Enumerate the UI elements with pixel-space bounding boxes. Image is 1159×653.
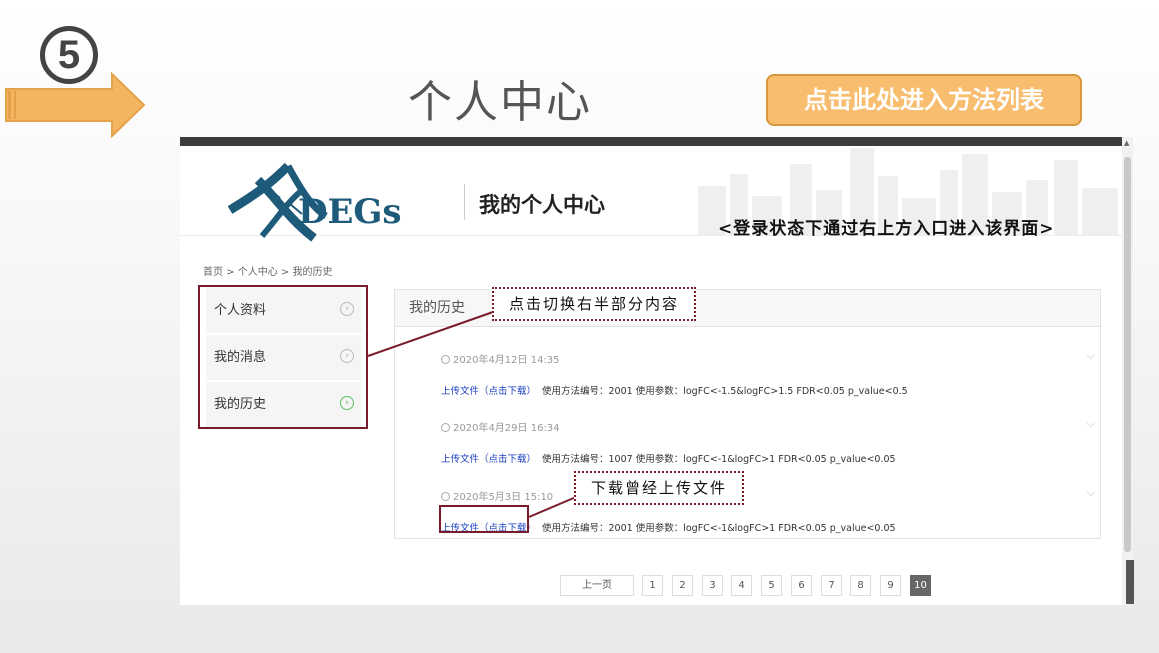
scroll-up-arrow-icon[interactable]: ▲: [1124, 139, 1129, 147]
page-button[interactable]: 9: [880, 575, 901, 596]
method-list-button[interactable]: 点击此处进入方法列表: [766, 74, 1082, 126]
chevron-down-icon[interactable]: ⌵: [1087, 417, 1095, 431]
page-button[interactable]: 5: [761, 575, 782, 596]
site-top-bar: [180, 137, 1122, 146]
annotation-highlight-side-menu: [198, 285, 368, 429]
breadcrumb-home[interactable]: 首页: [203, 267, 223, 278]
chevron-down-icon[interactable]: ⌵: [1087, 486, 1095, 500]
breadcrumb-separator: >: [277, 267, 293, 278]
page-button[interactable]: 4: [731, 575, 752, 596]
record-detail: 使用方法编号：2001 使用参数：logFC<-1&logFC>1 FDR<0.…: [542, 523, 896, 534]
annotation-highlight-download-link: [439, 505, 529, 533]
page-button[interactable]: 1: [642, 575, 663, 596]
right-arrow-icon: [4, 71, 146, 139]
site-header: DEGs 我的个人中心 <登录状态下通过右上方入口进入该界面>: [180, 146, 1122, 242]
page-button[interactable]: 3: [702, 575, 723, 596]
page-button-current[interactable]: 10: [910, 575, 931, 596]
site-page-title: 我的个人中心: [479, 193, 605, 217]
page-button[interactable]: 8: [850, 575, 871, 596]
upload-file-download-link[interactable]: 上传文件（点击下载）: [441, 454, 536, 465]
record-time: 2020年4月29日 16:34: [453, 423, 560, 434]
history-record: 2020年4月29日 16:34 ⌵ 上传文件（点击下载） 使用方法编号：1007 …: [441, 417, 1095, 465]
clock-icon: [441, 355, 450, 364]
breadcrumb-current: 我的历史: [292, 267, 333, 278]
history-record: 2020年5月3日 15:10 ⌵ 上传文件（点击下载） 使用方法编号：2001 使…: [441, 486, 1095, 534]
slide-title: 个人中心: [408, 77, 592, 128]
record-time: 2020年5月3日 15:10: [453, 492, 554, 503]
breadcrumb: 首页 > 个人中心 > 我的历史: [203, 263, 333, 278]
page-button[interactable]: 7: [821, 575, 842, 596]
record-detail: 使用方法编号：1007 使用参数：logFC<-1&logFC>1 FDR<0.…: [542, 454, 896, 465]
breadcrumb-separator: >: [223, 267, 238, 278]
edge-decoration: [1126, 560, 1134, 604]
chevron-down-icon[interactable]: ⌵: [1087, 349, 1095, 363]
clock-icon: [441, 423, 450, 432]
record-time: 2020年4月12日 14:35: [453, 355, 560, 366]
vertical-scrollbar[interactable]: ▲: [1122, 137, 1133, 605]
record-detail: 使用方法编号：2001 使用参数：logFC<-1.5&logFC>1.5 FD…: [542, 386, 908, 397]
clock-icon: [441, 492, 450, 501]
upload-file-download-link[interactable]: 上传文件（点击下载）: [441, 386, 536, 397]
scrollbar-thumb[interactable]: [1124, 157, 1131, 552]
site-logo-text: DEGs: [298, 192, 402, 232]
page-button[interactable]: 6: [791, 575, 812, 596]
history-record: 2020年4月12日 14:35 ⌵ 上传文件（点击下载） 使用方法编号：2001 …: [441, 349, 1095, 397]
breadcrumb-personal-center[interactable]: 个人中心: [238, 267, 278, 278]
annotation-callout-switch: 点击切换右半部分内容: [492, 287, 696, 321]
page-button[interactable]: 2: [672, 575, 693, 596]
header-divider: [464, 184, 465, 220]
history-panel: 我的历史 2020年4月12日 14:35 ⌵ 上传文件（点击下载） 使用方法编号：…: [394, 289, 1101, 539]
prev-page-button[interactable]: 上一页: [560, 575, 634, 596]
annotation-callout-download: 下载曾经上传文件: [574, 471, 744, 505]
login-note: <登录状态下通过右上方入口进入该界面>: [718, 219, 1055, 239]
